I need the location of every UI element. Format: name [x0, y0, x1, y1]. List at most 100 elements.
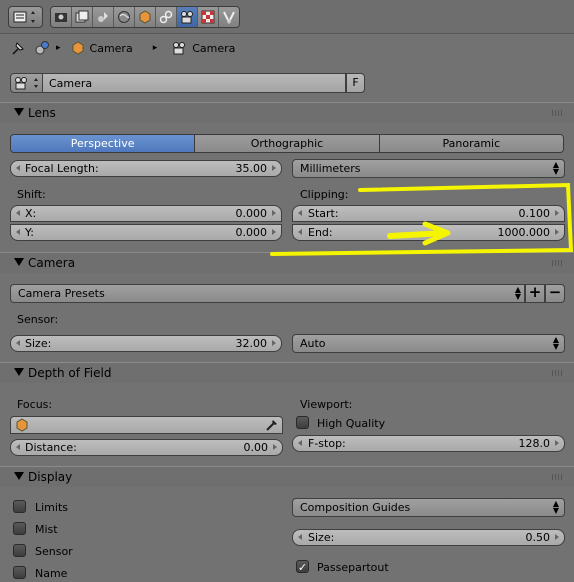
render-layers-icon [75, 10, 89, 23]
mist-checkbox[interactable] [13, 522, 26, 535]
decrement-arrow-icon[interactable] [298, 210, 302, 216]
clip-start-label: Start: [308, 207, 339, 220]
focus-distance-field[interactable]: Distance: 0.00 [10, 439, 283, 456]
sensor-fit-dropdown[interactable]: Auto ▲ ▼ [292, 334, 565, 353]
focus-label: Focus: [17, 398, 53, 411]
context-buttons [50, 6, 240, 28]
decrement-arrow-icon[interactable] [16, 444, 20, 450]
increment-arrow-icon[interactable] [555, 210, 559, 216]
clip-end-field[interactable]: End: 1000.000 [292, 224, 565, 241]
increment-arrow-icon[interactable] [272, 210, 276, 216]
display-size-field[interactable]: Size: 0.50 [292, 529, 565, 546]
drag-grip-icon[interactable] [552, 474, 564, 480]
add-preset-button[interactable]: + [525, 284, 545, 303]
camera-data-tab[interactable] [177, 7, 198, 27]
decrement-arrow-icon[interactable] [16, 165, 20, 171]
eyedropper-icon[interactable] [265, 418, 279, 432]
sensor-display-label: Sensor [35, 545, 73, 558]
focal-length-value: 35.00 [235, 162, 268, 175]
properties-header [0, 0, 574, 34]
decrement-arrow-icon[interactable] [298, 440, 302, 446]
lens-panel-header[interactable]: Lens [0, 102, 574, 123]
decrement-arrow-icon[interactable] [298, 229, 302, 235]
name-label: Name [35, 567, 68, 580]
clip-end-label: End: [308, 226, 333, 239]
datablock-name-field[interactable]: Camera [42, 73, 346, 93]
high-quality-checkbox[interactable] [296, 416, 309, 429]
scene-link-icon [35, 41, 49, 55]
dof-panel-header[interactable]: Depth of Field [0, 362, 574, 383]
increment-arrow-icon[interactable] [555, 534, 559, 540]
decrement-arrow-icon[interactable] [298, 534, 302, 540]
shift-x-value: 0.000 [235, 207, 268, 220]
shift-x-field[interactable]: X: 0.000 [10, 205, 282, 222]
tab-orthographic[interactable]: Orthographic [195, 135, 380, 152]
scene-tab[interactable] [93, 7, 114, 27]
drag-grip-icon[interactable] [552, 370, 564, 376]
object-icon [139, 10, 151, 24]
display-panel-header[interactable]: Display [0, 466, 574, 487]
pin-icon[interactable] [10, 40, 28, 56]
tab-panoramic[interactable]: Panoramic [379, 135, 563, 152]
physics-tab[interactable] [219, 7, 239, 27]
lens-unit-dropdown[interactable]: Millimeters ▲ ▼ [292, 159, 565, 178]
camera-presets-dropdown[interactable]: Camera Presets ▲ ▼ [10, 284, 525, 303]
object-icon [72, 41, 84, 55]
focal-length-field[interactable]: Focal Length: 35.00 [10, 160, 282, 177]
clip-end-value: 1000.000 [497, 226, 551, 239]
increment-arrow-icon[interactable] [272, 340, 276, 346]
world-tab[interactable] [114, 7, 135, 27]
increment-arrow-icon[interactable] [555, 229, 559, 235]
sensor-size-value: 32.00 [235, 337, 268, 350]
high-quality-label: High Quality [317, 417, 386, 430]
object-tab[interactable] [135, 7, 156, 27]
increment-arrow-icon[interactable] [555, 440, 559, 446]
fake-user-button[interactable]: F [346, 73, 365, 93]
dropdown-arrows-icon: ▲ ▼ [552, 335, 559, 351]
composition-guides-dropdown[interactable]: Composition Guides ▲ ▼ [292, 498, 565, 517]
editor-type-button[interactable] [8, 6, 43, 28]
camera-panel-header[interactable]: Camera [0, 252, 574, 273]
render-tab[interactable] [51, 7, 72, 27]
clipping-label: Clipping: [300, 188, 349, 201]
remove-preset-button[interactable]: − [545, 284, 565, 303]
object-icon [16, 418, 28, 432]
sensor-checkbox[interactable] [13, 544, 26, 557]
sensor-size-field[interactable]: Size: 32.00 [10, 335, 282, 352]
tab-panoramic-label: Panoramic [442, 137, 501, 150]
collapse-triangle-icon [14, 368, 24, 376]
breadcrumb: ▸ Camera ▸ Camera [10, 38, 235, 58]
render-layers-tab[interactable] [72, 7, 93, 27]
decrement-arrow-icon[interactable] [16, 340, 20, 346]
decrement-arrow-icon[interactable] [16, 210, 20, 216]
increment-arrow-icon[interactable] [272, 229, 276, 235]
tab-perspective[interactable]: Perspective [11, 135, 196, 152]
fake-user-label: F [352, 76, 359, 89]
focus-object-field[interactable] [10, 416, 283, 434]
name-checkbox[interactable] [13, 566, 26, 579]
constraints-tab[interactable] [156, 7, 177, 27]
clip-start-field[interactable]: Start: 0.100 [292, 205, 565, 222]
shift-y-field[interactable]: Y: 0.000 [10, 224, 282, 241]
constraints-icon [159, 10, 173, 24]
dropdown-arrows-icon: ▲ ▼ [514, 285, 521, 301]
chevron-right-icon: ▸ [152, 43, 158, 53]
drag-grip-icon[interactable] [552, 110, 564, 116]
shift-label: Shift: [17, 188, 46, 201]
increment-arrow-icon[interactable] [272, 165, 276, 171]
display-size-label: Size: [308, 531, 335, 544]
texture-tab[interactable] [198, 7, 219, 27]
datablock-browse-button[interactable] [10, 73, 43, 93]
drag-grip-icon[interactable] [552, 260, 564, 266]
fstop-field[interactable]: F-stop: 128.0 [292, 435, 565, 452]
world-icon [118, 11, 130, 23]
decrement-arrow-icon[interactable] [16, 229, 20, 235]
increment-arrow-icon[interactable] [273, 444, 277, 450]
editor-type-icon [13, 11, 35, 23]
collapse-triangle-icon [14, 108, 24, 116]
display-panel-title: Display [28, 470, 73, 484]
scene-icon [98, 12, 108, 22]
passepartout-checkbox[interactable]: ✓ [296, 560, 309, 573]
focus-distance-value: 0.00 [243, 441, 269, 454]
limits-checkbox[interactable] [13, 500, 26, 513]
